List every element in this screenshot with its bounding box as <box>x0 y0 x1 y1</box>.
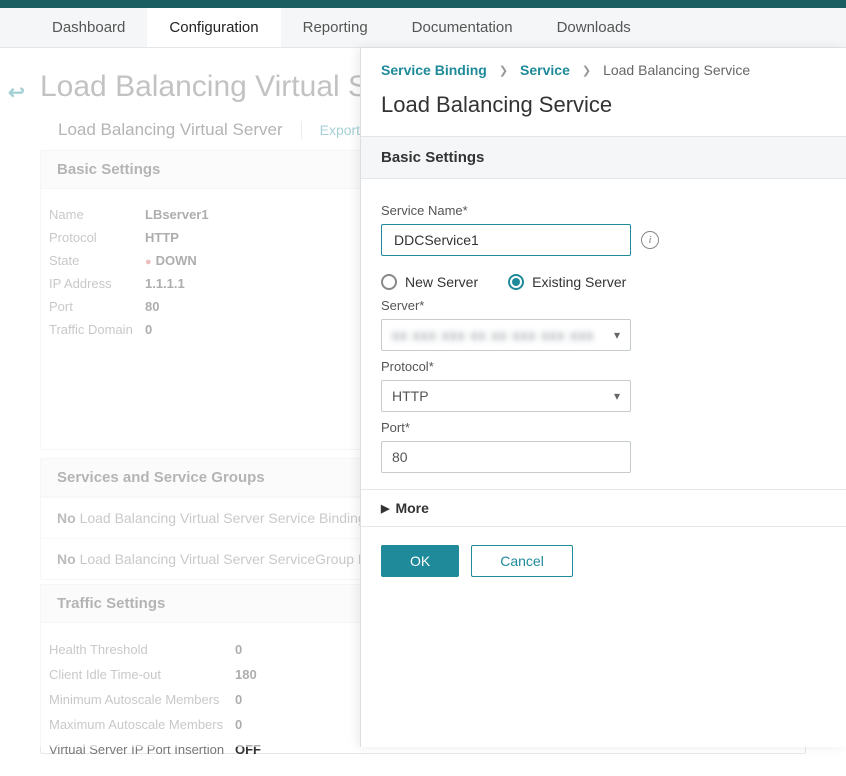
protocol-select[interactable]: HTTP ▾ <box>381 380 631 412</box>
port-input[interactable]: 80 <box>381 441 631 473</box>
cancel-button[interactable]: Cancel <box>471 545 573 577</box>
server-select-value: xx xxx xxx xx xx xxx xxx xxx <box>392 327 594 343</box>
chevron-down-icon: ▾ <box>614 389 620 403</box>
side-form: Service Name* i New Server Existing Serv… <box>361 179 846 489</box>
more-expand[interactable]: ▶ More <box>361 489 846 527</box>
tab-documentation[interactable]: Documentation <box>390 8 535 47</box>
label-server: Server* <box>381 298 826 313</box>
label-protocol: Protocol* <box>381 359 826 374</box>
side-basic-settings-header: Basic Settings <box>361 137 846 179</box>
port-value: 80 <box>392 449 408 465</box>
top-accent-bar <box>0 0 846 8</box>
main-tabs: Dashboard Configuration Reporting Docume… <box>0 8 846 48</box>
chevron-right-icon: ❯ <box>499 64 508 77</box>
ok-button[interactable]: OK <box>381 545 459 577</box>
triangle-right-icon: ▶ <box>381 502 389 515</box>
server-select[interactable]: xx xxx xxx xx xx xxx xxx xxx ▾ <box>381 319 631 351</box>
radio-new-server[interactable]: New Server <box>381 274 478 290</box>
radio-icon <box>508 274 524 290</box>
info-icon[interactable]: i <box>641 231 659 249</box>
tab-configuration[interactable]: Configuration <box>147 8 280 47</box>
radio-label: New Server <box>405 274 478 290</box>
tab-downloads[interactable]: Downloads <box>535 8 653 47</box>
tab-reporting[interactable]: Reporting <box>281 8 390 47</box>
radio-label: Existing Server <box>532 274 626 290</box>
chevron-down-icon: ▾ <box>614 328 620 342</box>
more-label: More <box>395 500 428 516</box>
radio-icon <box>381 274 397 290</box>
crumb-service[interactable]: Service <box>520 62 570 78</box>
chevron-right-icon: ❯ <box>582 64 591 77</box>
server-type-radio-group: New Server Existing Server <box>381 274 826 290</box>
side-panel-load-balancing-service: Service Binding ❯ Service ❯ Load Balanci… <box>360 48 846 747</box>
label-service-name: Service Name* <box>381 203 826 218</box>
tab-dashboard[interactable]: Dashboard <box>30 8 147 47</box>
breadcrumb: Service Binding ❯ Service ❯ Load Balanci… <box>361 48 846 88</box>
action-buttons: OK Cancel <box>361 527 846 595</box>
crumb-current: Load Balancing Service <box>603 62 750 78</box>
crumb-service-binding[interactable]: Service Binding <box>381 62 487 78</box>
label-port: Port* <box>381 420 826 435</box>
service-name-input[interactable] <box>381 224 631 256</box>
side-panel-title: Load Balancing Service <box>361 88 846 136</box>
protocol-select-value: HTTP <box>392 388 429 404</box>
radio-existing-server[interactable]: Existing Server <box>508 274 626 290</box>
